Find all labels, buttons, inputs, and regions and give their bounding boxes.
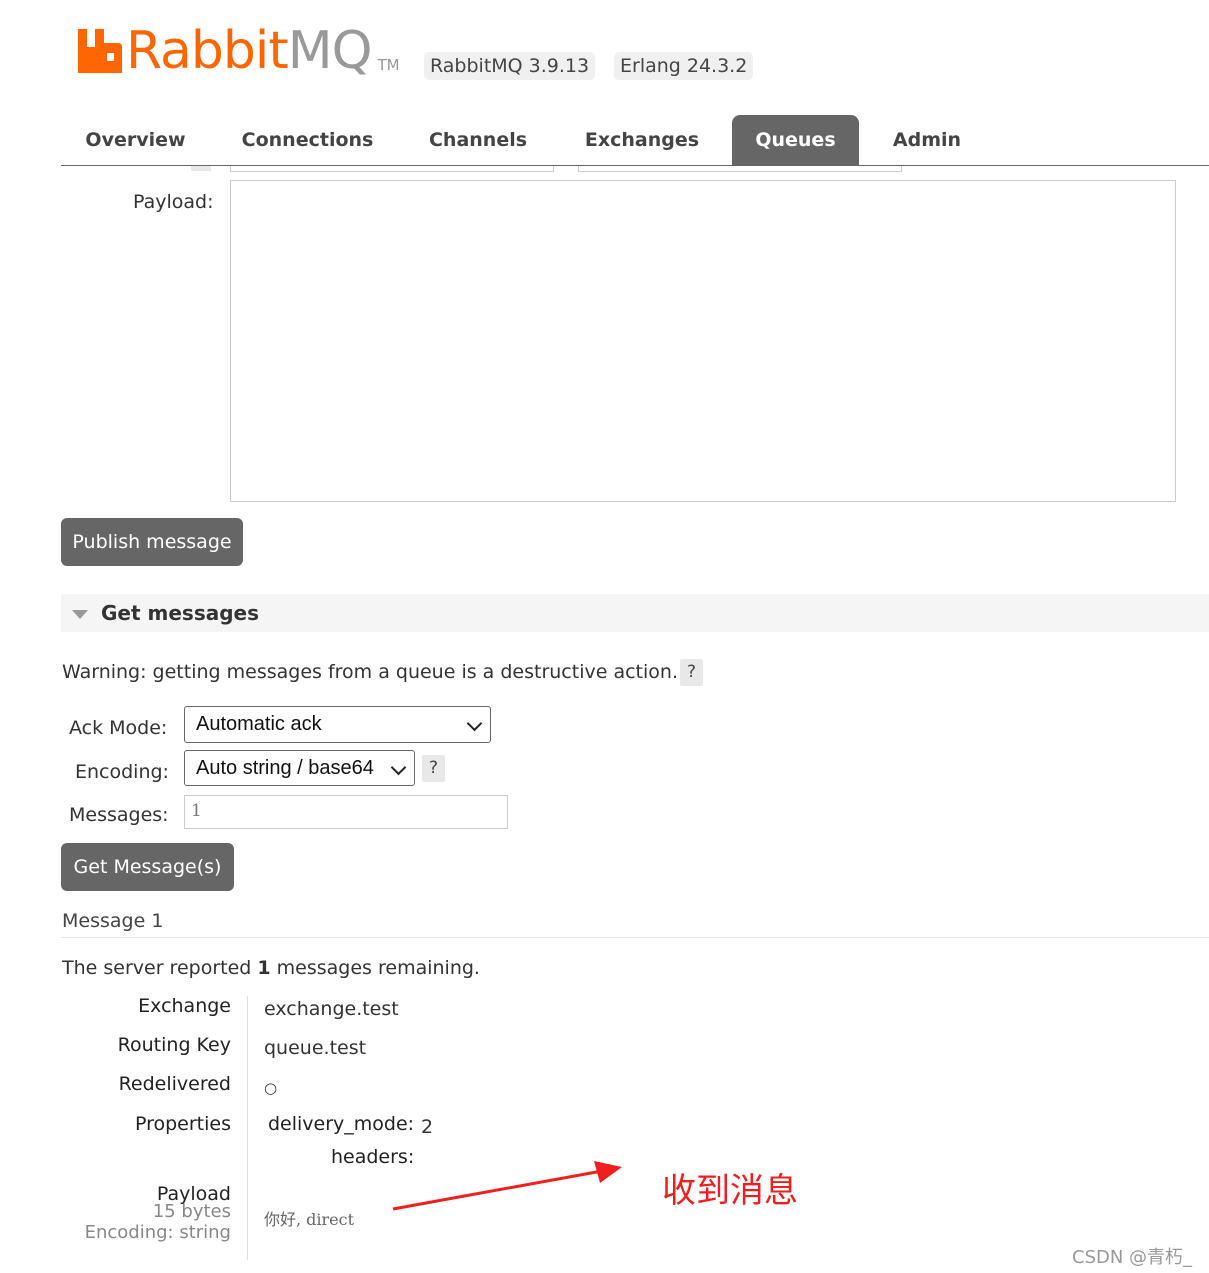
tab-exchanges[interactable]: Exchanges bbox=[571, 115, 713, 165]
encoding-value: Auto string / base64 bbox=[196, 757, 374, 779]
help-button-stub[interactable] bbox=[191, 166, 211, 171]
ack-mode-select[interactable]: Automatic ack bbox=[184, 706, 491, 743]
tab-channels[interactable]: Channels bbox=[413, 115, 543, 165]
redelivered-label: Redelivered bbox=[118, 1073, 231, 1095]
divider bbox=[61, 937, 1209, 938]
property-key-input-stub[interactable] bbox=[230, 166, 554, 172]
payload-textarea[interactable] bbox=[230, 180, 1176, 502]
redelivered-value: ○ bbox=[264, 1079, 278, 1097]
tab-admin[interactable]: Admin bbox=[876, 115, 978, 165]
tab-queues[interactable]: Queues bbox=[732, 115, 859, 165]
rabbit-logo-icon bbox=[78, 29, 122, 73]
publish-message-button[interactable]: Publish message bbox=[61, 518, 243, 566]
logo-wordmark: RabbitMQ bbox=[126, 21, 373, 81]
messages-label: Messages: bbox=[69, 804, 169, 826]
logo-trademark: TM bbox=[377, 56, 400, 74]
routing-key-value: queue.test bbox=[264, 1037, 367, 1059]
remaining-summary: The server reported 1 messages remaining… bbox=[62, 957, 480, 979]
payload-encoding: Encoding: string bbox=[84, 1222, 231, 1243]
chevron-down-icon bbox=[390, 759, 407, 776]
encoding-label: Encoding: bbox=[75, 761, 169, 783]
get-messages-section-header[interactable]: Get messages bbox=[61, 594, 1209, 632]
help-button[interactable]: ? bbox=[680, 659, 703, 686]
logo-word-rabbit: Rabbit bbox=[126, 21, 289, 81]
tab-overview[interactable]: Overview bbox=[61, 115, 210, 165]
get-messages-button[interactable]: Get Message(s) bbox=[61, 843, 234, 891]
csdn-watermark: CSDN @青朽_ bbox=[1072, 1247, 1193, 1268]
encoding-select[interactable]: Auto string / base64 bbox=[184, 750, 415, 786]
encoding-help-button[interactable]: ? bbox=[422, 755, 445, 782]
messages-count-value: 1 bbox=[191, 801, 202, 821]
chevron-down-icon bbox=[466, 715, 483, 732]
version-badge: RabbitMQ 3.9.13 bbox=[424, 52, 596, 80]
exchange-label: Exchange bbox=[138, 995, 231, 1017]
annotation-arrow-icon bbox=[392, 1161, 622, 1211]
delivery-mode-value: 2 bbox=[421, 1116, 434, 1138]
get-messages-title: Get messages bbox=[101, 601, 259, 625]
ack-mode-label: Ack Mode: bbox=[69, 717, 168, 739]
remaining-count: 1 bbox=[257, 957, 271, 979]
remaining-prefix: The server reported bbox=[62, 957, 252, 979]
destructive-warning: Warning: getting messages from a queue i… bbox=[62, 661, 678, 683]
exchange-value: exchange.test bbox=[264, 998, 399, 1020]
message-heading: Message 1 bbox=[62, 910, 164, 932]
ack-mode-value: Automatic ack bbox=[196, 713, 322, 735]
routing-key-label: Routing Key bbox=[117, 1034, 231, 1056]
details-divider bbox=[247, 996, 248, 1260]
rabbitmq-logo: RabbitMQ TM bbox=[78, 22, 400, 80]
payload-label: Payload: bbox=[133, 191, 214, 213]
payload-size: 15 bytes bbox=[152, 1201, 231, 1222]
annotation-label: 收到消息 bbox=[662, 1171, 798, 1211]
remaining-suffix: messages remaining. bbox=[276, 957, 480, 979]
collapse-triangle-icon bbox=[72, 610, 88, 619]
payload-value: 你好, direct bbox=[264, 1210, 355, 1229]
properties-label: Properties bbox=[134, 1113, 231, 1135]
tab-connections[interactable]: Connections bbox=[224, 115, 391, 165]
property-value-input-stub[interactable] bbox=[578, 166, 902, 172]
erlang-badge: Erlang 24.3.2 bbox=[614, 52, 754, 80]
logo-word-mq: MQ bbox=[287, 21, 373, 81]
messages-count-input[interactable]: 1 bbox=[184, 795, 508, 829]
main-nav-tabs: Overview Connections Channels Exchanges … bbox=[61, 115, 1209, 166]
delivery-mode-label: delivery_mode: bbox=[268, 1113, 415, 1135]
